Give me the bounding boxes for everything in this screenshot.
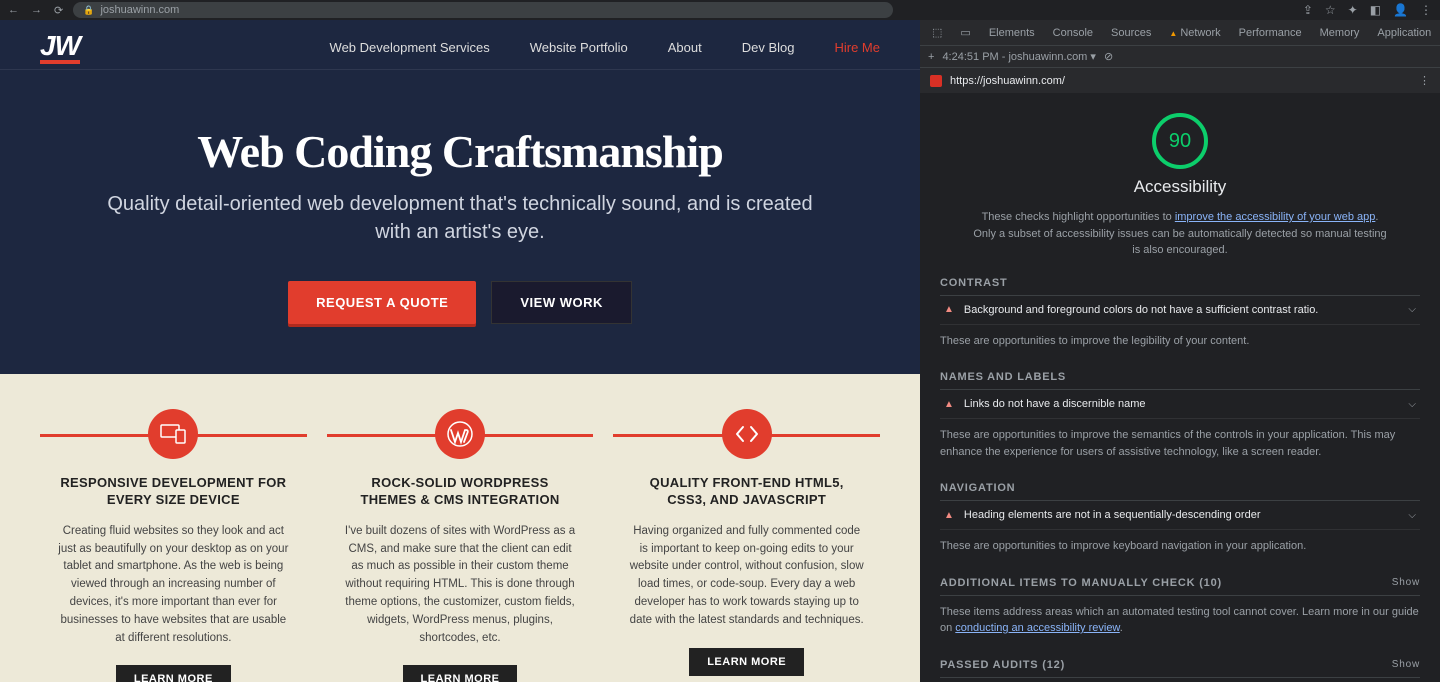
score-label: Accessibility [940,177,1420,197]
feature-body: Having organized and fully commented cod… [628,523,865,630]
chrome-actions: ⇪ ☆ ✦ ◧ 👤 ⋮ [1303,3,1432,17]
new-report-button[interactable]: + [928,51,934,63]
lighthouse-report: 90 Accessibility These checks highlight … [920,93,1440,682]
nav-note: These are opportunities to improve keybo… [940,530,1420,563]
reload-button[interactable]: ⟳ [54,4,63,17]
devices-icon [148,409,198,459]
score-description: These checks highlight opportunities to … [940,209,1420,259]
url-text: joshuawinn.com [100,4,179,16]
hero-section: Web Coding Craftsmanship Quality detail-… [0,70,920,374]
view-work-button[interactable]: VIEW WORK [491,281,632,324]
lock-icon: 🔒 [83,5,94,16]
tab-application[interactable]: Application [1369,22,1439,44]
menu-icon[interactable]: ⋮ [1420,3,1432,17]
nav-portfolio[interactable]: Website Portfolio [530,40,628,55]
request-quote-button[interactable]: REQUEST A QUOTE [288,281,476,324]
learn-more-button[interactable]: LEARN MORE [116,665,231,682]
review-link[interactable]: conducting an accessibility review [955,622,1119,634]
warning-icon: ▲ [944,510,954,521]
learn-more-button[interactable]: LEARN MORE [689,648,804,676]
tab-memory[interactable]: Memory [1312,22,1368,44]
feature-title: QUALITY FRONT-END HTML5, CSS3, AND JAVAS… [628,475,865,509]
nav-arrows: ← → ⟳ [8,4,63,17]
tab-console[interactable]: Console [1045,22,1101,44]
site-header: JW Web Development Services Website Port… [0,20,920,70]
forward-button[interactable]: → [31,4,42,17]
feature-title: RESPONSIVE DEVELOPMENT FOR EVERY SIZE DE… [55,475,292,509]
inspect-icon[interactable]: ⬚ [924,21,950,44]
puzzle-icon[interactable]: ◧ [1370,3,1381,17]
section-additional[interactable]: ADDITIONAL ITEMS TO MANUALLY CHECK (10) … [940,577,1420,596]
feature-frontend: QUALITY FRONT-END HTML5, CSS3, AND JAVAS… [613,434,880,664]
devtools-panel: ⬚ ▭ Elements Console Sources Network Per… [920,20,1440,682]
feature-title: ROCK-SOLID WORDPRESS THEMES & CMS INTEGR… [342,475,579,509]
wordpress-icon [435,409,485,459]
nav-hire[interactable]: Hire Me [834,40,880,55]
features-row: RESPONSIVE DEVELOPMENT FOR EVERY SIZE DE… [0,374,920,682]
hero-title: Web Coding Craftsmanship [100,125,820,178]
nav-about[interactable]: About [668,40,702,55]
back-button[interactable]: ← [8,4,19,17]
nav-blog[interactable]: Dev Blog [742,40,795,55]
audit-contrast[interactable]: ▲ Background and foreground colors do no… [940,296,1420,325]
website-viewport: JW Web Development Services Website Port… [0,20,920,682]
section-names: NAMES AND LABELS [940,371,1420,390]
section-passed[interactable]: PASSED AUDITS (12) Show [940,659,1420,678]
feature-body: Creating fluid websites so they look and… [55,523,292,648]
main-nav: Web Development Services Website Portfol… [330,40,880,55]
learn-more-button[interactable]: LEARN MORE [403,665,518,682]
clear-icon[interactable]: ⊘ [1104,50,1113,63]
chevron-down-icon: ⌵ [1408,304,1416,315]
feature-body: I've built dozens of sites with WordPres… [342,523,579,648]
section-contrast: CONTRAST [940,277,1420,296]
profile-icon[interactable]: 👤 [1393,3,1408,17]
device-icon[interactable]: ▭ [952,21,978,44]
bookmark-icon[interactable]: ☆ [1325,3,1336,17]
feature-responsive: RESPONSIVE DEVELOPMENT FOR EVERY SIZE DE… [40,434,307,664]
show-button[interactable]: Show [1392,577,1420,589]
nav-services[interactable]: Web Development Services [330,40,490,55]
devtools-tabs: ⬚ ▭ Elements Console Sources Network Per… [920,20,1440,46]
tab-network[interactable]: Network [1161,22,1228,44]
browser-chrome: ← → ⟳ 🔒 joshuawinn.com ⇪ ☆ ✦ ◧ 👤 ⋮ [0,0,1440,20]
report-url: https://joshuawinn.com/ [950,75,1065,87]
favicon-icon [930,75,942,87]
tab-performance[interactable]: Performance [1231,22,1310,44]
code-icon [722,409,772,459]
tab-elements[interactable]: Elements [981,22,1043,44]
additional-note: These items address areas which an autom… [940,596,1420,645]
session-dropdown[interactable]: 4:24:51 PM - joshuawinn.com ▾ [942,50,1096,63]
contrast-note: These are opportunities to improve the l… [940,325,1420,358]
lighthouse-toolbar: + 4:24:51 PM - joshuawinn.com ▾ ⊘ [920,46,1440,68]
tab-sources[interactable]: Sources [1103,22,1159,44]
chevron-down-icon: ⌵ [1408,510,1416,521]
site-logo[interactable]: JW [40,30,90,64]
audit-links[interactable]: ▲ Links do not have a discernible name ⌵ [940,390,1420,419]
chevron-down-icon: ⌵ [1408,399,1416,410]
improve-link[interactable]: improve the accessibility of your web ap… [1175,211,1376,223]
warning-icon: ▲ [944,304,954,315]
share-icon[interactable]: ⇪ [1303,3,1313,17]
names-note: These are opportunities to improve the s… [940,419,1420,468]
address-bar[interactable]: 🔒 joshuawinn.com [73,2,893,18]
section-navigation: NAVIGATION [940,482,1420,501]
feature-wordpress: ROCK-SOLID WORDPRESS THEMES & CMS INTEGR… [327,434,594,664]
report-menu-icon[interactable]: ⋮ [1419,74,1430,87]
show-button[interactable]: Show [1392,659,1420,671]
hero-subtitle: Quality detail-oriented web development … [100,190,820,246]
report-url-row: https://joshuawinn.com/ ⋮ [920,68,1440,93]
hero-buttons: REQUEST A QUOTE VIEW WORK [100,281,820,324]
audit-headings[interactable]: ▲ Heading elements are not in a sequenti… [940,501,1420,530]
extensions-icon[interactable]: ✦ [1348,3,1358,17]
warning-icon: ▲ [944,399,954,410]
accessibility-score: 90 [1152,113,1208,169]
